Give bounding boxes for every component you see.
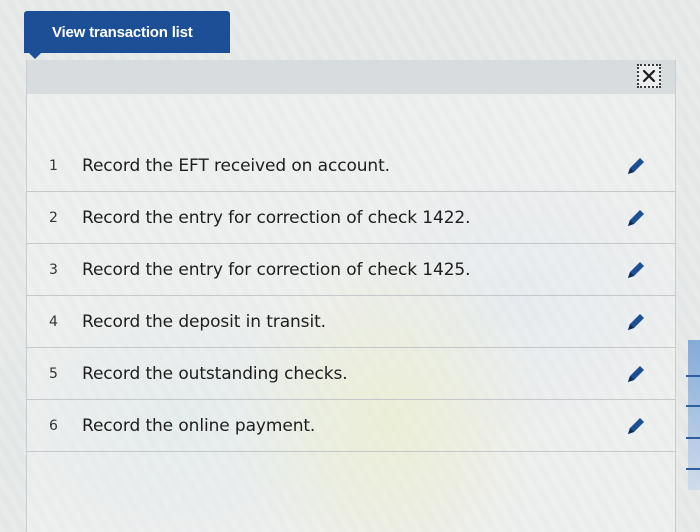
transaction-row: 6 Record the online payment. [27,400,675,452]
transaction-number: 1 [49,157,58,174]
transaction-row: 1 Record the EFT received on account. [27,140,675,192]
close-button[interactable] [637,64,661,88]
pencil-icon[interactable] [623,257,649,283]
transaction-row: 3 Record the entry for correction of che… [27,244,675,296]
close-icon [642,69,656,83]
pencil-icon[interactable] [623,205,649,231]
background-divider [686,405,700,407]
transaction-number: 5 [49,365,58,382]
transaction-description: Record the entry for correction of check… [82,207,471,228]
transaction-description: Record the entry for correction of check… [82,259,471,280]
background-divider [686,468,700,470]
transaction-description: Record the EFT received on account. [82,155,390,176]
button-caret [28,52,42,59]
pencil-icon[interactable] [623,309,649,335]
transaction-panel: 1 Record the EFT received on account. 2 … [26,60,676,532]
background-divider [686,375,700,377]
panel-header [27,60,675,94]
transaction-row: 2 Record the entry for correction of che… [27,192,675,244]
transaction-number: 6 [49,417,58,434]
transaction-number: 3 [49,261,58,278]
transaction-number: 4 [49,313,58,330]
pencil-icon[interactable] [623,153,649,179]
pencil-icon[interactable] [623,361,649,387]
view-transaction-list-button[interactable]: View transaction list [24,11,230,53]
background-divider [686,437,700,439]
transaction-row: 5 Record the outstanding checks. [27,348,675,400]
transaction-list: 1 Record the EFT received on account. 2 … [27,140,675,452]
transaction-number: 2 [49,209,58,226]
transaction-description: Record the online payment. [82,415,316,436]
transaction-description: Record the deposit in transit. [82,311,326,332]
pencil-icon[interactable] [623,413,649,439]
transaction-row: 4 Record the deposit in transit. [27,296,675,348]
transaction-description: Record the outstanding checks. [82,363,348,384]
